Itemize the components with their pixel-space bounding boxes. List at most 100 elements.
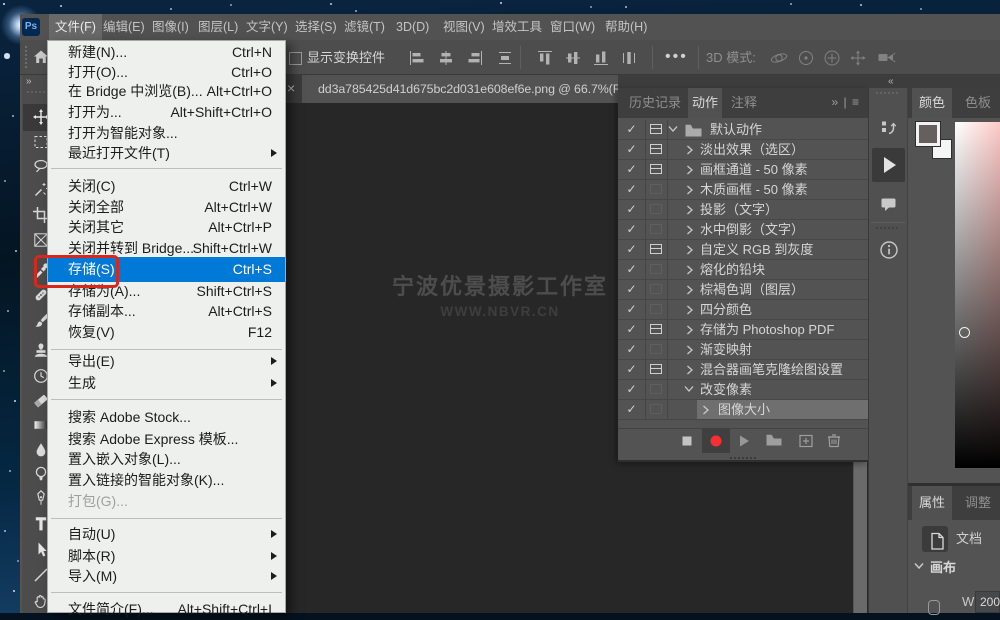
collapse-chevron-icon[interactable]: [684, 385, 694, 393]
record-button[interactable]: [706, 431, 726, 451]
file-menu-item-search-adobe-express-templates[interactable]: 搜索 Adobe Express 模板...: [48, 429, 285, 450]
file-menu-item-open[interactable]: 打开(O)...Ctrl+O: [48, 62, 285, 83]
action-row[interactable]: ✓默认动作: [618, 120, 868, 140]
action-enabled-checkbox[interactable]: ✓: [618, 360, 646, 379]
distribute-horizontal-icon[interactable]: [496, 49, 514, 67]
action-row[interactable]: ✓渐变映射: [618, 340, 868, 360]
action-row[interactable]: ✓自定义 RGB 到灰度: [618, 240, 868, 260]
dock-grip-2[interactable]: [876, 227, 900, 229]
file-menu-item-close-others[interactable]: 关闭其它Alt+Ctrl+P: [48, 217, 285, 238]
new-action-button[interactable]: [796, 431, 816, 451]
3d-pan-icon[interactable]: [822, 48, 840, 66]
action-dialog-toggle[interactable]: [646, 400, 668, 419]
tab-notes[interactable]: 注释: [727, 88, 761, 118]
menu-type[interactable]: 文字(Y): [240, 14, 294, 40]
action-enabled-checkbox[interactable]: ✓: [618, 380, 646, 399]
3d-slide-icon[interactable]: [848, 48, 866, 66]
menu-image[interactable]: 图像(I): [146, 14, 195, 40]
tab-actions[interactable]: 动作: [688, 88, 722, 118]
align-left-icon[interactable]: [408, 49, 426, 67]
action-enabled-checkbox[interactable]: ✓: [618, 300, 646, 319]
actions-panel-resize-handle[interactable]: [618, 453, 868, 462]
tab-color[interactable]: 颜色: [912, 88, 952, 118]
action-enabled-checkbox[interactable]: ✓: [618, 160, 646, 179]
action-dialog-toggle[interactable]: [646, 120, 668, 139]
expand-chevron-icon[interactable]: [686, 325, 694, 335]
tab-close-icon[interactable]: ×: [287, 75, 295, 103]
info-panel-icon[interactable]: [879, 240, 899, 260]
file-menu-item-save-copy[interactable]: 存储副本...Alt+Ctrl+S: [48, 301, 285, 322]
action-row[interactable]: ✓熔化的铅块: [618, 260, 868, 280]
action-enabled-checkbox[interactable]: ✓: [618, 280, 646, 299]
action-row[interactable]: ✓画框通道 - 50 像素: [618, 160, 868, 180]
file-menu-item-export[interactable]: 导出(E): [48, 351, 285, 372]
action-dialog-toggle[interactable]: [646, 140, 668, 159]
expand-chevron-icon[interactable]: [686, 365, 694, 375]
tab-adjustments[interactable]: 调整: [958, 486, 998, 520]
action-row[interactable]: ✓图像大小: [618, 400, 868, 420]
canvas-section-chevron-icon[interactable]: [914, 562, 924, 570]
action-dialog-toggle[interactable]: [646, 240, 668, 259]
toolbar-collapse-icon[interactable]: »: [26, 76, 33, 87]
color-picker-gradient[interactable]: [955, 122, 1000, 468]
expand-chevron-icon[interactable]: [702, 405, 710, 415]
action-row[interactable]: ✓混合器画笔克隆绘图设置: [618, 360, 868, 380]
action-enabled-checkbox[interactable]: ✓: [618, 180, 646, 199]
action-dialog-toggle[interactable]: [646, 320, 668, 339]
expand-chevron-icon[interactable]: [686, 225, 694, 235]
file-menu-item-scripts[interactable]: 脚本(R): [48, 546, 285, 567]
collapse-chevron-icon[interactable]: [668, 125, 678, 133]
canvas-vertical-scrollbar[interactable]: [853, 462, 867, 613]
align-top-icon[interactable]: [536, 49, 554, 67]
file-menu-item-browse-in-bridge[interactable]: 在 Bridge 中浏览(B)...Alt+Ctrl+O: [48, 81, 285, 102]
expand-chevron-icon[interactable]: [686, 205, 694, 215]
file-menu-item-package[interactable]: 打包(G)...: [48, 491, 285, 512]
menu-filter[interactable]: 滤镜(T): [338, 14, 391, 40]
tab-swatches[interactable]: 色板: [958, 88, 998, 118]
action-row[interactable]: ✓水中倒影（文字）: [618, 220, 868, 240]
file-menu-item-recent-files[interactable]: 最近打开文件(T): [48, 143, 285, 164]
action-dialog-toggle[interactable]: [646, 300, 668, 319]
3d-camera-icon[interactable]: [877, 48, 895, 66]
action-row[interactable]: ✓存储为 Photoshop PDF: [618, 320, 868, 340]
action-enabled-checkbox[interactable]: ✓: [618, 260, 646, 279]
action-enabled-checkbox[interactable]: ✓: [618, 220, 646, 239]
expand-chevron-icon[interactable]: [686, 185, 694, 195]
action-row[interactable]: ✓投影（文字）: [618, 200, 868, 220]
action-dialog-toggle[interactable]: [646, 280, 668, 299]
menu-view[interactable]: 视图(V): [437, 14, 491, 40]
more-options-icon[interactable]: •••: [665, 40, 688, 75]
file-menu-item-place-linked[interactable]: 置入链接的智能对象(K)...: [48, 470, 285, 491]
show-transform-checkbox[interactable]: [289, 52, 302, 65]
file-menu-item-place-embedded[interactable]: 置入嵌入对象(L)...: [48, 449, 285, 470]
expand-chevron-icon[interactable]: [686, 305, 694, 315]
file-menu-item-new[interactable]: 新建(N)...Ctrl+N: [48, 42, 285, 63]
tab-history[interactable]: 历史记录: [623, 88, 687, 118]
file-menu-item-open-as[interactable]: 打开为...Alt+Shift+Ctrl+O: [48, 102, 285, 123]
action-row[interactable]: ✓棕褐色调（图层）: [618, 280, 868, 300]
3d-orbit-icon[interactable]: [769, 48, 787, 66]
align-center-horizontal-icon[interactable]: [437, 49, 455, 67]
color-picker-cursor[interactable]: [959, 327, 970, 338]
action-enabled-checkbox[interactable]: ✓: [618, 240, 646, 259]
menu-select[interactable]: 选择(S): [289, 14, 343, 40]
file-menu-item-generate[interactable]: 生成: [48, 373, 285, 394]
notes-panel-icon[interactable]: [879, 195, 899, 215]
expand-chevron-icon[interactable]: [686, 165, 694, 175]
menu-plugins[interactable]: 增效工具: [486, 14, 548, 40]
menu-layer[interactable]: 图层(L): [192, 14, 244, 40]
action-row[interactable]: ✓淡出效果（选区）: [618, 140, 868, 160]
action-dialog-toggle[interactable]: [646, 180, 668, 199]
action-dialog-toggle[interactable]: [646, 220, 668, 239]
stop-button[interactable]: [677, 431, 697, 451]
action-enabled-checkbox[interactable]: ✓: [618, 320, 646, 339]
action-dialog-toggle[interactable]: [646, 360, 668, 379]
file-menu-item-close[interactable]: 关闭(C)Ctrl+W: [48, 176, 285, 197]
action-enabled-checkbox[interactable]: ✓: [618, 140, 646, 159]
actions-panel-icon[interactable]: [872, 148, 905, 182]
action-row[interactable]: ✓四分颜色: [618, 300, 868, 320]
action-dialog-toggle[interactable]: [646, 260, 668, 279]
action-dialog-toggle[interactable]: [646, 380, 668, 399]
file-menu-item-close-all[interactable]: 关闭全部Alt+Ctrl+W: [48, 197, 285, 218]
width-input[interactable]: 200: [975, 591, 1000, 613]
